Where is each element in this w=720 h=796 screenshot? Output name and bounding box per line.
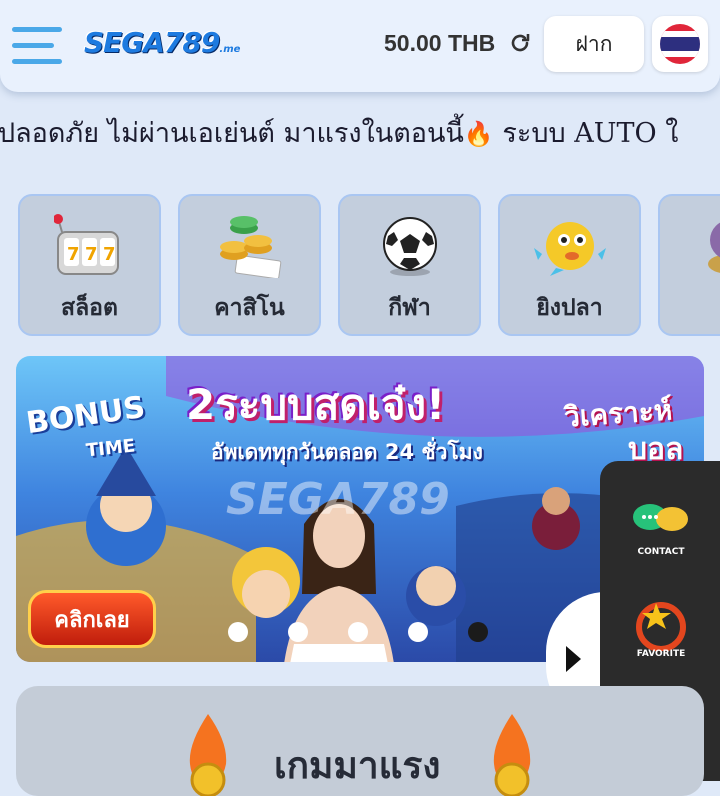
balance-display: 50.00 THB: [384, 30, 496, 56]
banner-subtitle: อัพเดททุกวันตลอด 24 ชั่วโมง: [211, 440, 483, 464]
banner-watermark: SEGA789: [226, 474, 450, 525]
chevron-right-icon: [566, 646, 581, 672]
svg-text:7: 7: [85, 244, 98, 265]
logo-text: SEGA789: [84, 26, 220, 59]
carousel-dots: [228, 622, 518, 646]
category-label: ยิงปลา: [536, 295, 603, 321]
lottery-icon: [708, 222, 720, 273]
category-slot[interactable]: 7 7 7 สล็อต: [18, 194, 161, 336]
favorite-label: FAVORITE: [636, 649, 686, 659]
flame-coin-icon: [493, 714, 531, 796]
brand-logo[interactable]: SEGA789.me: [84, 26, 240, 59]
category-label: สล็อต: [61, 295, 118, 321]
logo-suffix: .me: [219, 44, 241, 55]
carousel-dot[interactable]: [288, 622, 308, 642]
marquee-text-2: ระบบ AUTO ใ: [493, 118, 679, 149]
carousel-dot[interactable]: [348, 622, 368, 642]
language-selector[interactable]: [652, 16, 708, 72]
svg-text:7: 7: [67, 244, 80, 265]
star-favorite-icon: [636, 602, 686, 652]
pufferfish-icon: [534, 222, 606, 276]
category-fishing[interactable]: ยิงปลา: [498, 194, 641, 336]
carousel-dot[interactable]: [408, 622, 428, 642]
category-label: กีฬา: [388, 295, 431, 321]
hot-games-title: เกมมาแรง: [274, 744, 441, 787]
slot-machine-icon: 7 7 7: [54, 214, 119, 275]
refresh-icon[interactable]: [508, 31, 532, 55]
soccer-ball-icon: [383, 217, 437, 276]
flame-coin-icon: [189, 714, 227, 796]
contact-label: CONTACT: [637, 547, 685, 557]
deposit-button[interactable]: ฝาก: [544, 16, 644, 72]
category-casino[interactable]: คาสิโน: [178, 194, 321, 336]
click-now-button[interactable]: คลิกเลย: [28, 590, 156, 648]
banner-title: 2ระบบสดเจ๋ง!: [186, 380, 446, 429]
fire-icon: 🔥: [463, 120, 494, 148]
thai-flag-icon: [660, 24, 700, 64]
svg-text:7: 7: [103, 244, 116, 265]
casino-chips-icon: [220, 216, 282, 278]
hot-games-section: เกมมาแรง: [16, 686, 704, 796]
top-header: SEGA789.me 50.00 THB ฝาก: [0, 0, 720, 92]
marquee-text: ปลอดภัย ไม่ผ่านเอเย่นต์ มาแรงในตอนนี้: [0, 118, 464, 149]
category-lottery[interactable]: ไ: [658, 194, 720, 336]
hamburger-menu-icon[interactable]: [12, 27, 62, 67]
category-label: ไ: [660, 290, 720, 326]
category-sports[interactable]: กีฬา: [338, 194, 481, 336]
carousel-dot-active[interactable]: [468, 622, 488, 642]
category-bar: 7 7 7 สล็อต คาสิโน กีฬา ยิงปลา: [18, 194, 720, 338]
contact-button[interactable]: CONTACT: [630, 495, 692, 565]
announcement-marquee: ปลอดภัย ไม่ผ่านเอเย่นต์ มาแรงในตอนนี้🔥 ร…: [0, 104, 720, 164]
chat-bubbles-icon: [633, 504, 688, 531]
carousel-dot[interactable]: [228, 622, 248, 642]
category-label: คาสิโน: [214, 295, 285, 321]
favorite-button[interactable]: FAVORITE: [630, 597, 692, 667]
